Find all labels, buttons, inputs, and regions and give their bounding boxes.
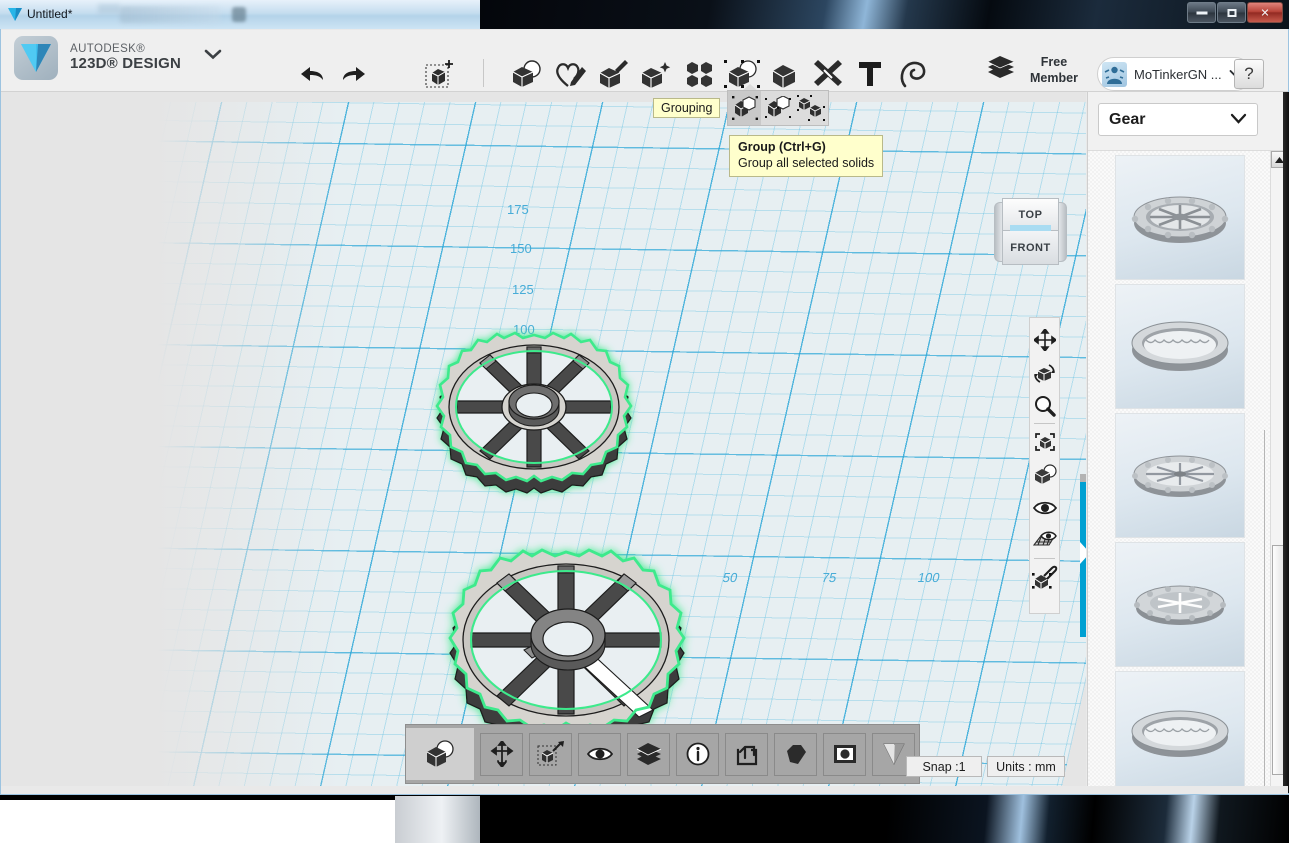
rail-divider-1 <box>1034 423 1055 424</box>
text-tool-button[interactable] <box>858 61 882 87</box>
membership-text: Free Member <box>1030 55 1078 86</box>
gear-solid-upper[interactable] <box>369 317 699 547</box>
transform-button[interactable] <box>529 732 572 776</box>
axis-label-v-0: 175 <box>507 202 529 217</box>
app-header: AUTODESK® 123D® DESIGN Free Member MoTin… <box>1 30 1288 110</box>
redo-button[interactable] <box>340 64 368 84</box>
window-title: Untitled* <box>27 7 73 21</box>
gear-thumb-1[interactable] <box>1114 155 1245 280</box>
close-button[interactable]: ✕ <box>1247 2 1283 23</box>
tooltip-group-title: Group (Ctrl+G) <box>738 140 826 154</box>
layers-button[interactable] <box>627 732 670 776</box>
account-menu[interactable]: MoTinkerGN ... <box>1097 57 1252 91</box>
grid-snap-tool-button[interactable] <box>1030 524 1059 557</box>
tooltip-grouping: Grouping <box>653 98 721 118</box>
info-button[interactable] <box>676 732 719 776</box>
grouping-flyout[interactable] <box>727 90 829 126</box>
material-paint-tool-button[interactable] <box>1030 560 1059 593</box>
side-panel-inner-border <box>1264 430 1265 793</box>
title-bar-blur-b <box>120 6 220 23</box>
chevron-down-icon[interactable] <box>1230 111 1247 129</box>
pan-tool-button[interactable] <box>1030 323 1059 356</box>
autodesk-logo-icon <box>14 36 58 80</box>
stack-icon <box>986 54 1016 87</box>
category-label: Gear <box>1109 110 1146 128</box>
window-bottom-strip <box>1 786 1288 794</box>
bottom-toolbar[interactable] <box>405 724 920 784</box>
brand-text: AUTODESK® 123D® DESIGN <box>70 43 181 73</box>
background-window-grey <box>395 796 480 843</box>
window-controls[interactable]: ✕ <box>1187 2 1283 25</box>
construct-tool-button[interactable] <box>598 60 628 88</box>
material-tool-button[interactable] <box>898 60 928 88</box>
zoom-tool-button[interactable] <box>1030 389 1059 422</box>
tooltip-group-description: Group all selected solids <box>738 156 875 170</box>
units-status[interactable]: Units : mm <box>987 756 1065 777</box>
fit-tool-button[interactable] <box>1030 425 1059 458</box>
view-cube-right-edge[interactable] <box>1058 202 1067 262</box>
membership-block: Free Member <box>986 54 1078 87</box>
brand-line-2: 123D® DESIGN <box>70 55 181 73</box>
viewport-canvas[interactable]: 175 150 125 100 75 50 75 100 <box>1 92 1086 793</box>
header-divider <box>483 59 484 87</box>
rail-divider-2 <box>1034 558 1055 559</box>
gear-thumb-4[interactable] <box>1114 542 1245 667</box>
pattern-tool-button[interactable] <box>684 60 714 88</box>
panel-collapse-handle-icon[interactable] <box>1080 542 1086 564</box>
sketch-tool-button[interactable] <box>554 60 588 88</box>
wallpaper-sheen-bottom <box>395 790 1289 843</box>
measure-tool-button[interactable] <box>812 60 844 88</box>
brand-block: AUTODESK® 123D® DESIGN <box>14 36 181 80</box>
axis-label-v-1: 150 <box>510 241 532 256</box>
view-cube[interactable]: TOP FRONT <box>994 198 1067 266</box>
title-bar-blur-a <box>98 4 120 14</box>
axis-label-v-2: 125 <box>512 282 534 297</box>
application-window: Untitled* ✕ AUTODESK® 123D® DESIGN Free … <box>0 0 1289 795</box>
material-button[interactable] <box>774 732 817 776</box>
transform-tool-button[interactable] <box>425 59 457 89</box>
modify-tool-button[interactable] <box>640 60 672 88</box>
minimize-button[interactable] <box>1187 2 1216 23</box>
group-button[interactable] <box>728 91 762 125</box>
visibility-tool-button[interactable] <box>1030 491 1059 524</box>
gear-thumb-3[interactable] <box>1114 413 1245 538</box>
membership-line-2: Member <box>1030 70 1078 85</box>
navigation-rail[interactable] <box>1029 317 1060 614</box>
tooltip-group-detail: Group (Ctrl+G) Group all selected solids <box>729 135 884 177</box>
view-style-tool-button[interactable] <box>1030 458 1059 491</box>
move-button[interactable] <box>480 732 523 776</box>
orbit-tool-button[interactable] <box>1030 356 1059 389</box>
primitives-tool-button[interactable] <box>510 60 544 88</box>
undo-button[interactable] <box>298 64 326 84</box>
visibility-button[interactable] <box>578 732 621 776</box>
view-cube-front-face[interactable]: FRONT <box>1002 231 1059 265</box>
primitives-button[interactable] <box>406 728 474 780</box>
membership-line-1: Free <box>1040 54 1068 69</box>
side-panel-right-shadow <box>1283 92 1289 793</box>
background-window-white <box>0 800 400 843</box>
maximize-button[interactable] <box>1217 2 1246 23</box>
snapshot-button[interactable] <box>823 732 866 776</box>
parts-side-panel: Gear <box>1087 92 1288 793</box>
ungroup-button[interactable] <box>761 91 794 125</box>
parts-list[interactable] <box>1088 151 1271 793</box>
side-panel-header: Gear <box>1088 92 1288 151</box>
avatar <box>1102 61 1127 87</box>
title-bar: Untitled* ✕ <box>0 0 1289 29</box>
help-button[interactable]: ? <box>1234 59 1264 89</box>
title-bar-blur-c <box>232 7 246 22</box>
gear-thumb-2[interactable] <box>1114 284 1245 409</box>
category-select[interactable]: Gear <box>1098 103 1258 136</box>
app-logo-icon <box>8 8 22 21</box>
axis-label-h-2: 100 <box>916 570 942 585</box>
snap-status[interactable]: Snap :1 <box>906 756 982 777</box>
share-button[interactable] <box>725 732 768 776</box>
gear-thumb-5[interactable] <box>1114 671 1245 793</box>
explode-button[interactable] <box>795 91 828 125</box>
combine-tool-button[interactable] <box>770 60 800 88</box>
account-name: MoTinkerGN ... <box>1134 66 1222 82</box>
